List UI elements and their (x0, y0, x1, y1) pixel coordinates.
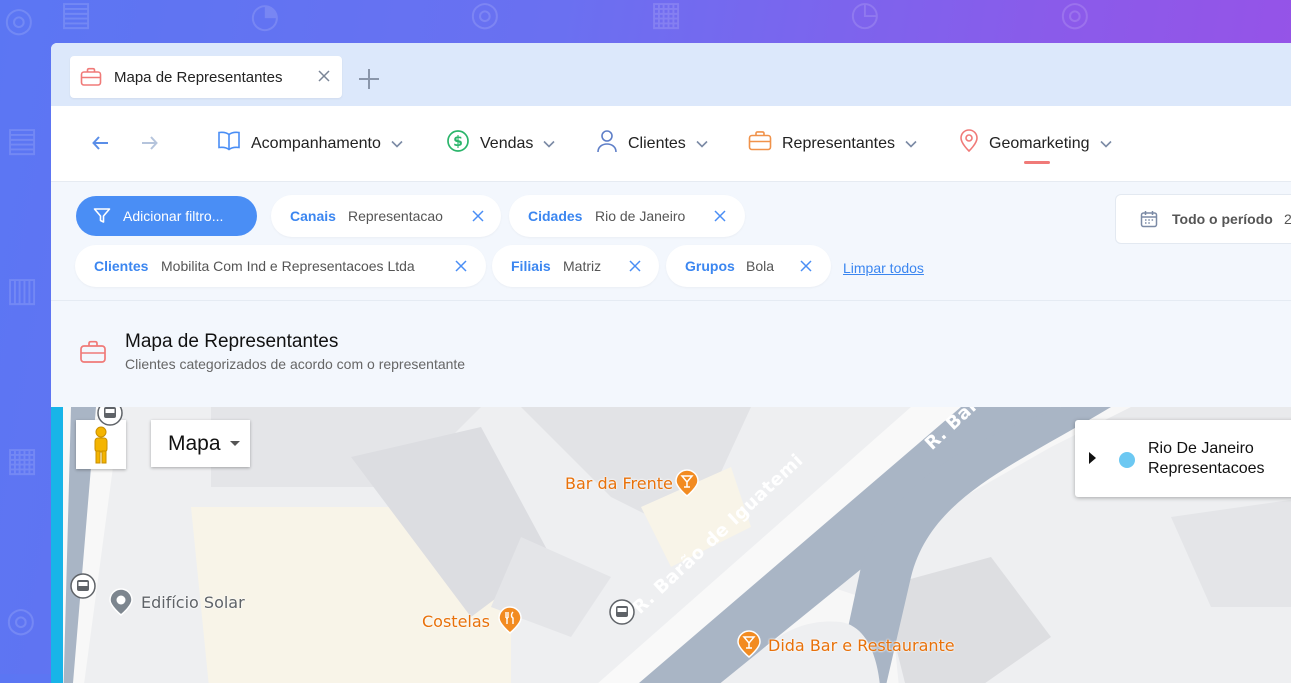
chevron-down-icon (391, 135, 403, 153)
filter-chip-value: Matriz (563, 258, 602, 274)
briefcase-icon (80, 67, 102, 92)
filter-chip-value: Mobilita Com Ind e Representacoes Ltda (161, 258, 415, 274)
map-type-selector[interactable]: Mapa (151, 420, 250, 467)
page-subtitle: Clientes categorizados de acordo com o r… (125, 356, 466, 372)
page-title: Mapa de Representantes (125, 331, 339, 352)
close-icon[interactable] (712, 208, 728, 229)
menu-representantes[interactable]: Representantes (748, 106, 917, 181)
back-arrow-icon[interactable] (91, 134, 111, 157)
date-range-label: Todo o período (1172, 211, 1273, 227)
close-icon[interactable] (627, 258, 643, 279)
background-pattern: ▦ (650, 0, 683, 34)
add-filter-button[interactable]: Adicionar filtro... (76, 196, 257, 236)
filter-chip-value: Rio de Janeiro (595, 208, 686, 224)
close-icon[interactable] (798, 258, 814, 279)
filter-chip-value: Representacao (348, 208, 443, 224)
menu-vendas[interactable]: $ Vendas (446, 106, 555, 181)
close-icon[interactable] (453, 258, 469, 279)
filter-bar: Adicionar filtro... Canais Representacao… (51, 182, 1291, 301)
expand-triangle-icon[interactable] (1089, 452, 1096, 464)
main-nav: Acompanhamento $ Vendas Clientes Represe… (51, 106, 1291, 182)
poi-label[interactable]: Bar da Frente (565, 474, 673, 493)
background-pattern: ▥ (6, 270, 39, 310)
legend-line-2: Representacoes (1148, 460, 1265, 477)
location-pin-icon (959, 129, 979, 158)
background-pattern: ◎ (470, 0, 500, 34)
background-pattern: ◷ (850, 0, 880, 34)
map-legend[interactable]: Rio De Janeiro Representacoes (1075, 420, 1291, 497)
dollar-circle-icon: $ (446, 129, 470, 158)
legend-color-dot (1119, 452, 1135, 468)
legend-line-1: Rio De Janeiro (1148, 440, 1254, 457)
chevron-down-icon (905, 135, 917, 153)
filter-chip-canais[interactable]: Canais Representacao (271, 195, 501, 237)
forward-arrow-icon[interactable] (139, 134, 159, 157)
location-marker-icon[interactable] (107, 587, 135, 622)
briefcase-icon (748, 130, 772, 157)
caret-down-icon (230, 441, 240, 446)
filter-chip-filiais[interactable]: Filiais Matriz (492, 245, 659, 287)
bus-stop-icon[interactable] (96, 407, 124, 432)
background-pattern: ◎ (4, 0, 34, 40)
bar-icon[interactable] (673, 468, 701, 503)
chevron-down-icon (1099, 135, 1112, 153)
briefcase-icon (79, 339, 107, 370)
menu-label: Representantes (782, 134, 895, 152)
menu-label: Vendas (480, 134, 534, 152)
filter-chip-cidades[interactable]: Cidades Rio de Janeiro (509, 195, 745, 237)
filter-chip-key: Filiais (511, 258, 551, 274)
close-icon[interactable] (316, 68, 332, 89)
app-window: Mapa de Representantes Acompanhamento $ (51, 43, 1291, 683)
chevron-down-icon (696, 135, 708, 153)
clear-all-link[interactable]: Limpar todos (843, 260, 924, 276)
page-header: Mapa de Representantes Clientes categori… (51, 301, 1291, 407)
background-pattern: ◎ (1060, 0, 1090, 34)
add-filter-label: Adicionar filtro... (123, 208, 224, 224)
map-type-label: Mapa (168, 432, 221, 455)
filter-chip-value: Bola (746, 258, 775, 274)
poi-label[interactable]: Costelas (422, 612, 490, 631)
tab-mapa-representantes[interactable]: Mapa de Representantes (70, 56, 342, 98)
poi-label[interactable]: Edifício Solar (141, 593, 245, 612)
filter-chip-key: Clientes (94, 258, 149, 274)
date-range-selector[interactable]: Todo o período 2 (1115, 194, 1291, 244)
menu-label: Acompanhamento (251, 134, 381, 152)
filter-chip-clientes[interactable]: Clientes Mobilita Com Ind e Representaco… (75, 245, 486, 287)
filter-chip-key: Cidades (528, 208, 583, 224)
date-range-value: 2 (1284, 211, 1291, 227)
book-icon (217, 130, 241, 157)
bar-icon[interactable] (735, 629, 763, 664)
legend-label: Rio De Janeiro Representacoes (1148, 439, 1291, 479)
close-icon[interactable] (470, 208, 486, 229)
filter-chip-key: Grupos (685, 258, 735, 274)
chevron-down-icon (543, 135, 555, 153)
active-menu-indicator (1024, 161, 1050, 164)
restaurant-icon[interactable] (496, 605, 524, 640)
filter-chip-grupos[interactable]: Grupos Bola (666, 245, 831, 287)
menu-label: Clientes (628, 134, 686, 152)
bus-stop-icon[interactable] (69, 572, 97, 605)
background-pattern: ▦ (6, 440, 39, 480)
map-left-strip (51, 407, 63, 683)
person-icon (596, 129, 618, 158)
menu-label: Geomarketing (989, 134, 1090, 152)
filter-icon (93, 207, 111, 230)
menu-clientes[interactable]: Clientes (596, 106, 708, 181)
tab-bar: Mapa de Representantes (51, 43, 1291, 106)
background-pattern: ◎ (6, 600, 36, 640)
map-view[interactable]: Mapa Rio De Janeiro Representacoes Bar d… (51, 407, 1291, 683)
background-pattern: ◔ (250, 0, 280, 36)
filter-chip-key: Canais (290, 208, 336, 224)
calendar-icon (1140, 210, 1158, 233)
svg-text:$: $ (453, 134, 463, 150)
menu-geomarketing[interactable]: Geomarketing (959, 106, 1112, 181)
menu-acompanhamento[interactable]: Acompanhamento (217, 106, 403, 181)
tab-title: Mapa de Representantes (114, 69, 283, 86)
background-pattern: ▤ (60, 0, 93, 34)
background-pattern: ▤ (6, 120, 39, 160)
poi-label[interactable]: Dida Bar e Restaurante (768, 636, 955, 655)
plus-icon[interactable] (357, 67, 381, 96)
